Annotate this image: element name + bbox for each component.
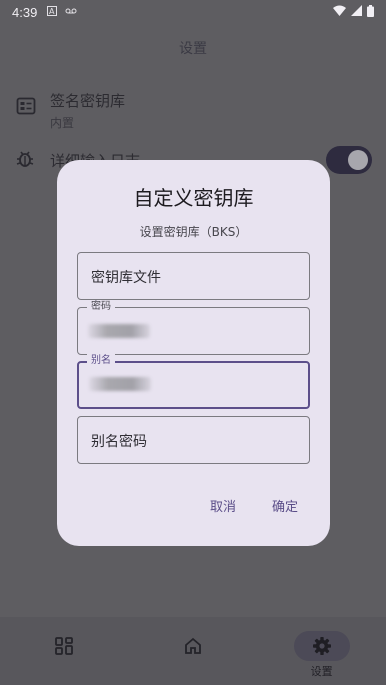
status-time: 4:39 xyxy=(12,4,38,20)
battery-icon xyxy=(367,4,374,20)
alias-value-redacted xyxy=(89,377,151,391)
status-bar: 4:39 A xyxy=(0,0,386,24)
keystore-file-placeholder: 密钥库文件 xyxy=(91,270,161,286)
alias-password-field[interactable]: 别名密码 xyxy=(77,416,310,464)
keystore-icon xyxy=(16,96,36,116)
alias-label: 别名 xyxy=(87,354,115,368)
home-icon xyxy=(165,631,221,661)
voicemail-icon xyxy=(65,7,77,18)
alias-password-placeholder: 别名密码 xyxy=(91,434,147,450)
password-field[interactable]: 密码 xyxy=(77,300,310,355)
signal-icon xyxy=(351,5,362,19)
cancel-button[interactable]: 取消 xyxy=(210,496,236,515)
alias-field[interactable]: 别名 xyxy=(77,354,310,409)
grid-icon xyxy=(36,631,92,661)
toggle-knob xyxy=(348,150,368,170)
setting-keystore[interactable]: 签名密钥库 内置 xyxy=(0,84,386,140)
dialog-subtitle: 设置密钥库（BKS） xyxy=(139,225,248,239)
confirm-button[interactable]: 确定 xyxy=(272,496,298,515)
a-notification-icon: A xyxy=(47,5,58,19)
nav-item-tools[interactable] xyxy=(0,617,129,685)
nav-item-settings[interactable]: 设置 xyxy=(257,617,386,685)
setting-keystore-title: 签名密钥库 xyxy=(50,92,126,110)
nav-item-settings-label: 设置 xyxy=(310,665,333,678)
password-value-redacted xyxy=(88,324,150,338)
dialog-title: 自定义密钥库 xyxy=(133,186,254,210)
nav-item-home[interactable] xyxy=(129,617,258,685)
gear-icon xyxy=(293,631,350,661)
wifi-icon xyxy=(333,5,346,19)
custom-keystore-dialog: 自定义密钥库 设置密钥库（BKS） 密钥库文件 密码 别名 别名密码 取消 确定 xyxy=(57,160,330,546)
keystore-file-field[interactable]: 密钥库文件 xyxy=(77,252,310,300)
verbose-log-toggle[interactable] xyxy=(326,146,372,174)
bottom-nav: 设置 xyxy=(0,617,386,685)
password-label: 密码 xyxy=(87,300,115,314)
svg-text:A: A xyxy=(49,7,55,16)
dialog-actions: 取消 确定 xyxy=(210,496,298,515)
setting-keystore-subtitle: 内置 xyxy=(50,116,75,130)
bug-icon xyxy=(16,150,36,170)
page-title: 设置 xyxy=(179,41,207,57)
